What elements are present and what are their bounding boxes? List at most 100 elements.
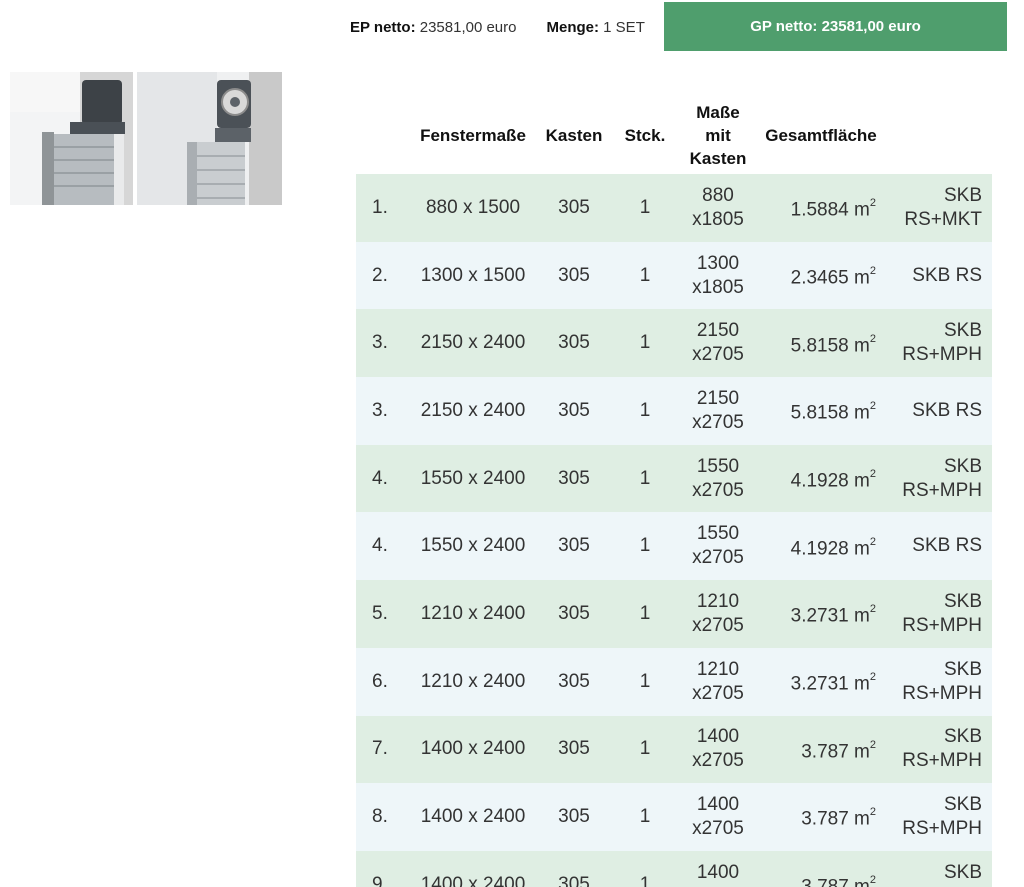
roller-shutter-image[interactable]	[137, 72, 282, 205]
area-unit: m	[854, 402, 870, 424]
product-type-bottom: RS+MPH	[902, 614, 982, 636]
header-index	[356, 96, 408, 174]
quantity-cell: 1	[639, 535, 651, 557]
product-type-bottom: RS+MPH	[902, 344, 982, 366]
ep-netto: EP netto: 23581,00 euro	[350, 19, 517, 36]
size-with-box-bottom: x2705	[692, 682, 744, 704]
kasten-value: 305	[558, 873, 590, 887]
table-row: 6. 1210 x 2400 305 1 1210 x2705 3.2731 m2 SKB RS…	[356, 647, 992, 716]
table-row: 8. 1400 x 2400 305 1 1400 x2705 3.787 m2 SKB RS+…	[356, 783, 992, 851]
area-unit: m	[854, 199, 870, 221]
shutter-box-image[interactable]	[10, 72, 133, 205]
window-size: 2150 x 2400	[420, 399, 526, 421]
product-type-bottom: RS+MPH	[902, 479, 982, 501]
row-number: 7.	[372, 738, 388, 760]
quantity-cell: 1	[639, 399, 651, 421]
area-value: 5.8158	[790, 402, 849, 424]
row-number: 4.	[372, 535, 388, 557]
product-type: SKBRS+MPH	[886, 783, 992, 851]
area-unit: m	[854, 267, 870, 289]
product-type: SKBRS+MPH	[886, 716, 992, 784]
area-exponent: 2	[869, 332, 876, 345]
kasten-value: 305	[558, 738, 590, 760]
table-row: 3. 2150 x 2400 305 1 2150 x2705 5.8158 m2 SKB R…	[356, 377, 992, 445]
header-fenstermasse: Fenstermaße	[420, 125, 526, 145]
size-with-box-bottom: x2705	[692, 411, 744, 433]
size-with-box: 2150 x2705	[680, 377, 756, 445]
product-type-top: SKB RS	[912, 535, 982, 557]
row-number: 8.	[372, 806, 388, 828]
table-header-row: Fenstermaße Kasten Stck. Maße mit Kasten…	[356, 96, 992, 174]
area-value: 4.1928	[790, 470, 849, 492]
product-type-bottom: RS+MKT	[904, 208, 982, 230]
area-exponent: 2	[869, 535, 876, 548]
total-area: 4.1928 m2	[756, 445, 886, 513]
kasten-value: 305	[558, 264, 590, 286]
size-with-box: 2150 x2705	[680, 309, 756, 377]
size-with-box-top: 1550	[696, 523, 740, 545]
size-with-box: 1210 x2705	[680, 648, 756, 716]
row-number: 2.	[372, 264, 388, 286]
area-unit: m	[854, 470, 870, 492]
area-value: 2.3465	[790, 267, 849, 289]
area-unit: m	[854, 808, 870, 830]
quantity-cell: 1	[639, 806, 651, 828]
quantity-cell: 1	[639, 196, 651, 218]
area-exponent: 2	[869, 738, 876, 751]
window-size: 1400 x 2400	[420, 738, 526, 760]
size-with-box-top: 1400	[696, 726, 740, 748]
row-number: 1.	[372, 196, 388, 218]
total-area: 4.1928 m2	[756, 512, 886, 580]
size-with-box: 1550 x2705	[680, 445, 756, 513]
product-type-bottom: RS+MPH	[902, 750, 982, 772]
product-type: SKBRS+MPH	[886, 580, 992, 648]
header-gesamtflaeche: Gesamtfläche	[765, 125, 877, 145]
kasten-value: 305	[558, 399, 590, 421]
total-area: 3.787 m2	[756, 783, 886, 851]
quantity-label: Menge:	[546, 18, 600, 36]
kasten-value: 305	[558, 806, 590, 828]
area-unit: m	[854, 605, 870, 627]
area-value: 1.5884	[790, 199, 849, 221]
row-number: 9.	[372, 873, 388, 887]
size-with-box-bottom: x2705	[692, 344, 744, 366]
size-with-box-top: 1300	[696, 252, 740, 274]
size-with-box-top: 1210	[696, 590, 740, 612]
quantity-cell: 1	[639, 264, 651, 286]
size-with-box-top: 880	[702, 184, 734, 206]
table-row: 3. 2150 x 2400 305 1 2150 x2705 5.8158 m2 SKB RS…	[356, 309, 992, 378]
table-body: 1. 880 x 1500 305 1 880 x1805 1.5884 m2 SKB RS+M…	[356, 174, 992, 887]
area-exponent: 2	[869, 197, 876, 210]
size-with-box: 1210 x2705	[680, 580, 756, 648]
kasten-value: 305	[558, 535, 590, 557]
gp-netto-button[interactable]: GP netto: 23581,00 euro	[664, 2, 1007, 51]
area-exponent: 2	[869, 467, 876, 480]
product-type-top: SKB	[943, 590, 982, 612]
quantity-cell: 1	[639, 670, 651, 692]
window-size: 1550 x 2400	[420, 467, 526, 489]
area-exponent: 2	[869, 264, 876, 277]
area-exponent: 2	[869, 603, 876, 616]
dimensions-table: Fenstermaße Kasten Stck. Maße mit Kasten…	[356, 96, 992, 887]
table-row: 7. 1400 x 2400 305 1 1400 x2705 3.787 m2 SKB RS+…	[356, 715, 992, 784]
size-with-box-top: 1210	[696, 658, 740, 680]
product-type-bottom: RS+MPH	[902, 818, 982, 840]
product-type: SKBRS+MPH	[886, 648, 992, 716]
area-value: 3.2731	[790, 605, 849, 627]
product-type-top: SKB RS	[912, 264, 982, 286]
table-row: 5. 1210 x 2400 305 1 1210 x2705 3.2731 m2 SKB RS…	[356, 580, 992, 648]
size-with-box: 1400x2705	[680, 716, 756, 784]
total-area: 3.787 m2	[756, 716, 886, 784]
total-area: 3.2731 m2	[756, 580, 886, 648]
size-with-box-top: 1400	[696, 861, 740, 883]
header-type	[886, 96, 992, 174]
product-type: SKBRS+MPH	[886, 851, 992, 887]
window-size: 1400 x 2400	[420, 873, 526, 887]
total-area: 3.787 m2	[756, 851, 886, 887]
size-with-box-bottom: x2705	[692, 750, 744, 772]
quantity-value: 1 SET	[603, 18, 645, 36]
quantity-cell: 1	[639, 602, 651, 624]
area-value: 4.1928	[790, 537, 849, 559]
area-value: 3.787	[801, 808, 849, 830]
row-number: 4.	[372, 467, 388, 489]
